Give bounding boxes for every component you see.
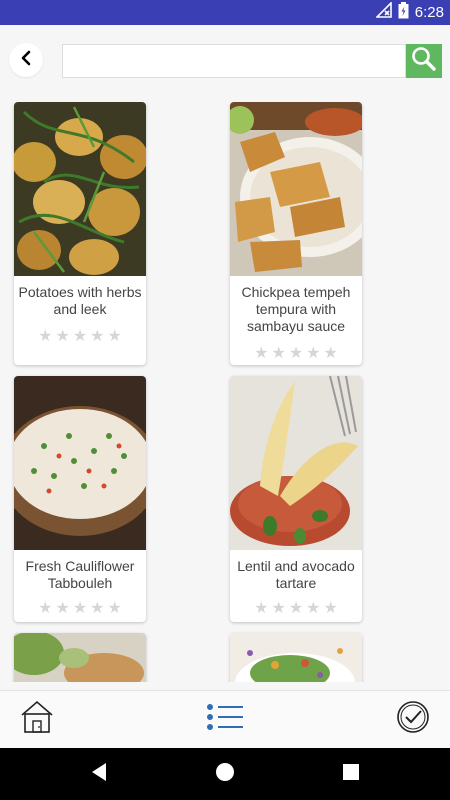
recipe-title: Lentil and avocado tartare bbox=[237, 558, 355, 591]
status-time: 6:28 bbox=[414, 4, 444, 21]
list-icon bbox=[206, 702, 244, 737]
star-icon[interactable]: ★ bbox=[324, 345, 338, 361]
star-icon[interactable]: ★ bbox=[38, 328, 52, 344]
star-icon[interactable]: ★ bbox=[289, 345, 303, 361]
star-icon[interactable]: ★ bbox=[73, 600, 87, 616]
recipe-image-tabbouleh bbox=[14, 376, 146, 550]
star-rating[interactable]: ★ ★ ★ ★ ★ bbox=[14, 328, 146, 344]
star-rating[interactable]: ★ ★ ★ ★ ★ bbox=[230, 600, 362, 616]
star-icon[interactable]: ★ bbox=[271, 345, 285, 361]
star-icon[interactable]: ★ bbox=[271, 600, 285, 616]
recipe-card[interactable] bbox=[230, 633, 362, 682]
star-icon[interactable]: ★ bbox=[55, 600, 69, 616]
check-circle-icon bbox=[396, 700, 430, 739]
recipe-card[interactable]: Lentil and avocado tartare ★ ★ ★ ★ ★ bbox=[230, 376, 362, 622]
square-recents-icon bbox=[342, 763, 360, 786]
search-button[interactable] bbox=[406, 44, 442, 78]
recipe-title: Potatoes with herbs and leek bbox=[18, 284, 142, 317]
star-icon[interactable]: ★ bbox=[254, 600, 268, 616]
recipe-image bbox=[14, 633, 146, 682]
search-icon bbox=[410, 45, 438, 78]
star-icon[interactable]: ★ bbox=[90, 328, 104, 344]
status-bar: 6:28 bbox=[0, 0, 450, 25]
star-icon[interactable]: ★ bbox=[90, 600, 104, 616]
star-icon[interactable]: ★ bbox=[254, 345, 268, 361]
system-home-button[interactable] bbox=[212, 761, 238, 787]
recipe-image-tempura bbox=[230, 102, 362, 276]
star-icon[interactable]: ★ bbox=[55, 328, 69, 344]
home-button[interactable] bbox=[17, 699, 57, 739]
recipe-card[interactable]: Potatoes with herbs and leek ★ ★ ★ ★ ★ bbox=[14, 102, 146, 365]
star-icon[interactable]: ★ bbox=[108, 328, 122, 344]
recipe-card[interactable]: Chickpea tempeh tempura with sambayu sau… bbox=[230, 102, 362, 365]
back-button[interactable] bbox=[9, 43, 43, 77]
recipe-title: Chickpea tempeh tempura with sambayu sau… bbox=[241, 284, 351, 334]
star-icon[interactable]: ★ bbox=[324, 600, 338, 616]
system-nav-bar bbox=[0, 748, 450, 800]
status-icons: 6:28 bbox=[374, 0, 444, 25]
star-icon[interactable]: ★ bbox=[73, 328, 87, 344]
system-back-button[interactable] bbox=[86, 761, 112, 787]
back-arrow-icon bbox=[19, 50, 33, 71]
no-signal-icon bbox=[374, 1, 392, 23]
check-button[interactable] bbox=[393, 699, 433, 739]
star-icon[interactable]: ★ bbox=[289, 600, 303, 616]
star-rating[interactable]: ★ ★ ★ ★ ★ bbox=[230, 345, 362, 361]
bottom-nav bbox=[0, 690, 450, 748]
system-recents-button[interactable] bbox=[338, 761, 364, 787]
recipe-card[interactable] bbox=[14, 633, 146, 682]
home-icon bbox=[19, 699, 55, 740]
star-icon[interactable]: ★ bbox=[306, 345, 320, 361]
star-icon[interactable]: ★ bbox=[306, 600, 320, 616]
recipe-grid: Potatoes with herbs and leek ★ ★ ★ ★ ★ Chick… bbox=[0, 102, 450, 682]
recipe-image-tartare bbox=[230, 376, 362, 550]
star-rating[interactable]: ★ ★ ★ ★ ★ bbox=[14, 600, 146, 616]
recipe-title: Fresh Cauliflower Tabbouleh bbox=[25, 558, 135, 591]
recipe-image bbox=[230, 633, 362, 682]
recipe-image-potatoes bbox=[14, 102, 146, 276]
triangle-back-icon bbox=[90, 762, 108, 787]
search-input[interactable] bbox=[62, 44, 406, 78]
star-icon[interactable]: ★ bbox=[38, 600, 52, 616]
recipe-card[interactable]: Fresh Cauliflower Tabbouleh ★ ★ ★ ★ ★ bbox=[14, 376, 146, 622]
battery-icon bbox=[398, 1, 409, 24]
star-icon[interactable]: ★ bbox=[108, 600, 122, 616]
list-button[interactable] bbox=[205, 699, 245, 739]
circle-home-icon bbox=[215, 762, 235, 787]
